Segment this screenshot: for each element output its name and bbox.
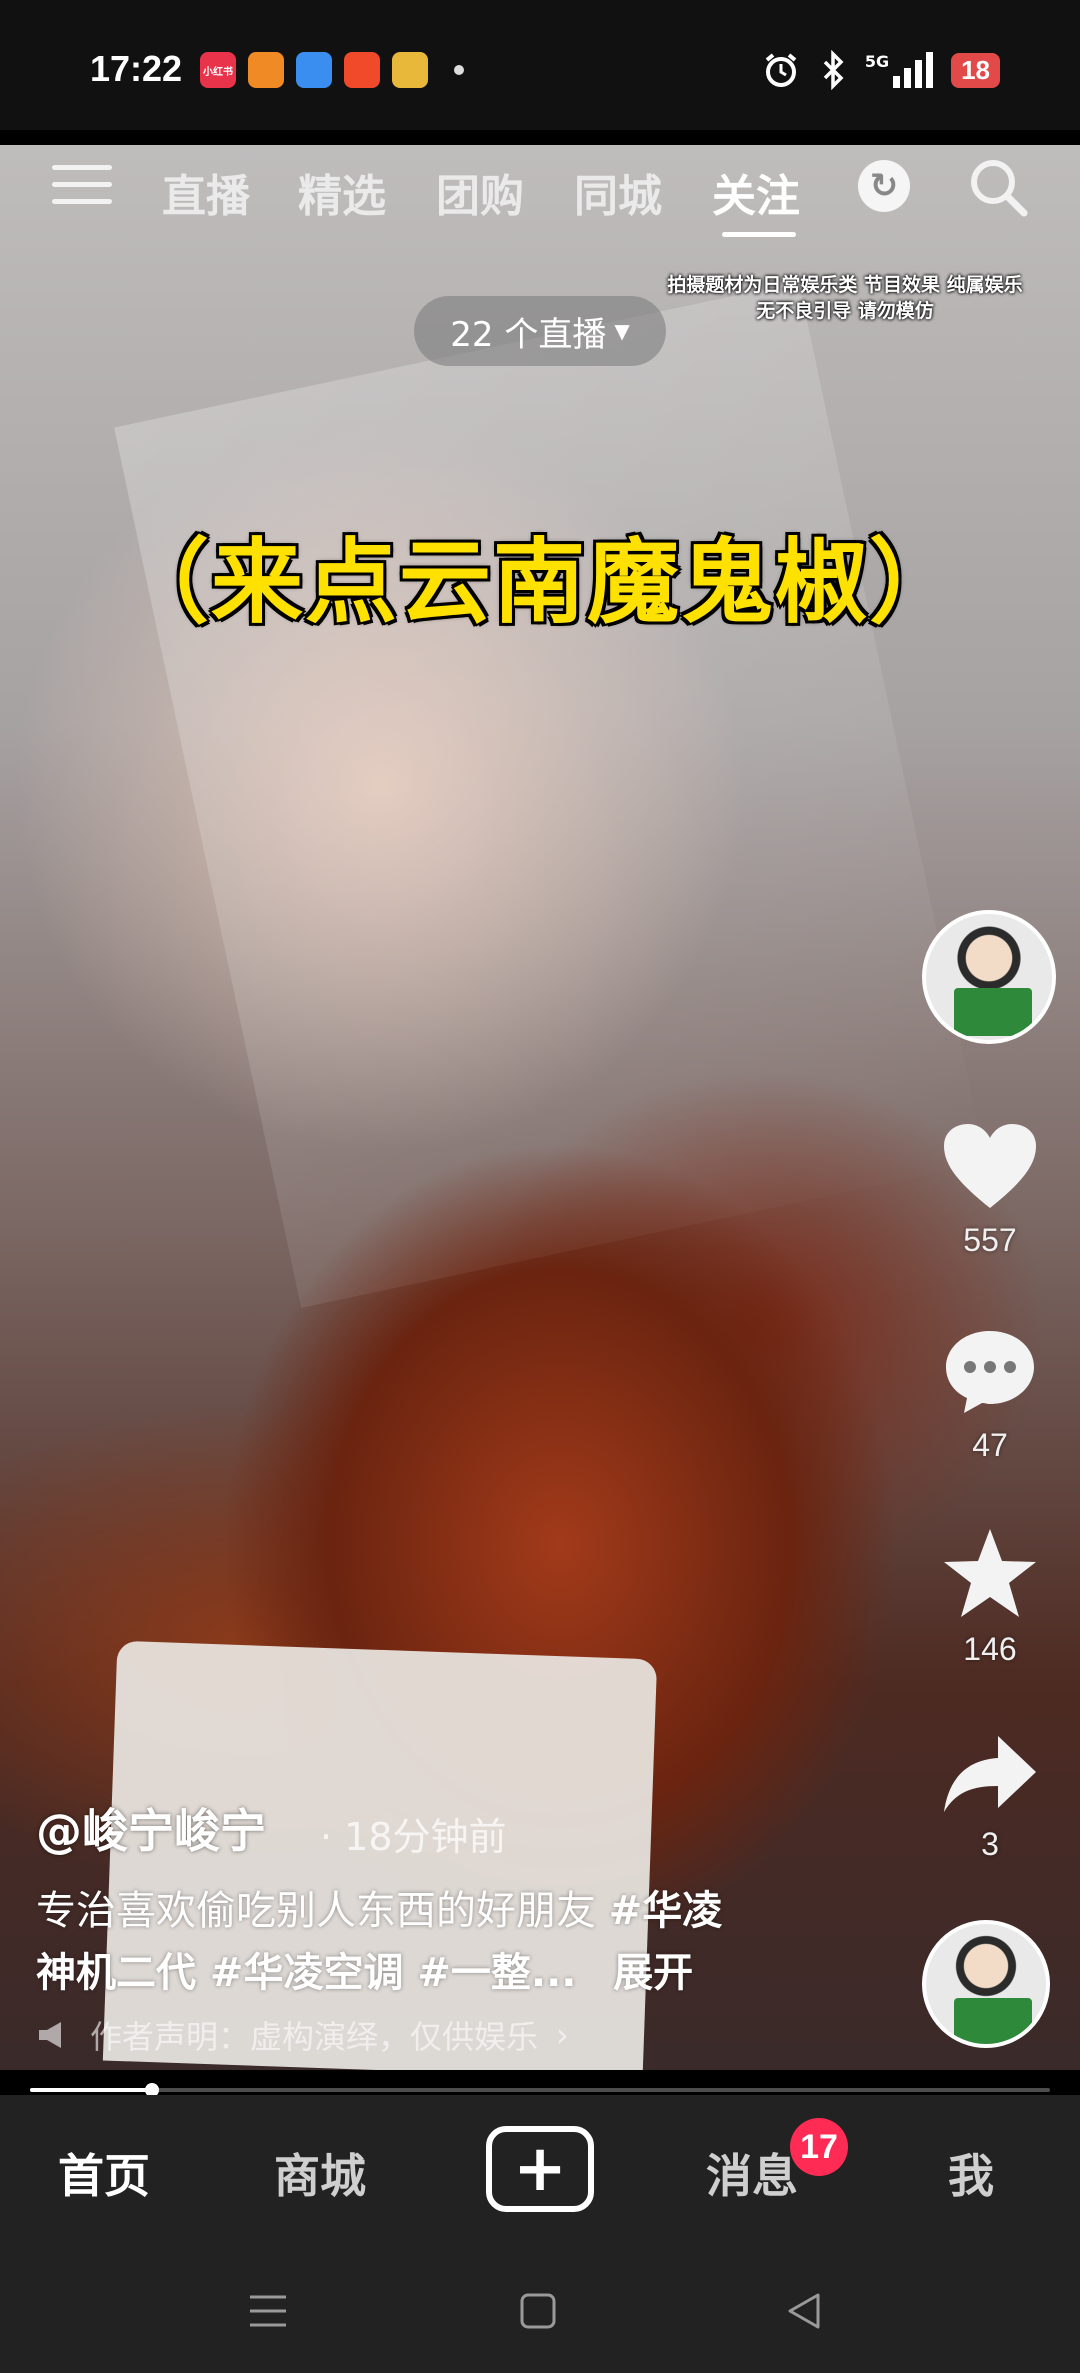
nav-home[interactable]: 首页 <box>58 2140 150 2206</box>
messages-badge: 17 <box>790 2118 848 2176</box>
live-count-pill[interactable]: 22 个直播 ▼ <box>414 296 666 366</box>
network-indicator: 5G <box>864 52 934 88</box>
create-post-button[interactable]: + <box>486 2126 594 2212</box>
tab-live[interactable]: 直播 <box>162 160 250 224</box>
tab-local[interactable]: 同城 <box>574 160 662 224</box>
music-disc-avatar[interactable] <box>922 1920 1050 2048</box>
video-progress-bar[interactable] <box>30 2083 1050 2097</box>
chevron-right-icon: › <box>556 2016 569 2054</box>
menu-icon[interactable] <box>52 165 112 209</box>
star-icon <box>944 1529 1036 1617</box>
declaration-text: 作者声明：虚构演绎，仅供娱乐 <box>90 2018 539 2056</box>
author-avatar[interactable] <box>922 910 1056 1044</box>
recent-apps-icon[interactable] <box>248 2293 288 2329</box>
disclaimer-line-2: 无不良引导 请勿模仿 <box>756 300 934 322</box>
signal-bar-3 <box>915 60 923 88</box>
bluetooth-icon <box>823 50 844 90</box>
blue-app-icon <box>296 52 332 88</box>
active-tab-indicator <box>722 232 796 237</box>
post-caption[interactable]: 专治喜欢偷吃别人东西的好朋友 #华凌 神机二代 #华凌空调 #一整... 展开 <box>36 1880 836 2004</box>
orange-app-icon <box>248 52 284 88</box>
progress-fill <box>30 2088 153 2092</box>
megaphone-icon <box>39 2022 61 2048</box>
status-app-icons: 小红书 <box>200 52 464 88</box>
share-count: 3 <box>981 1826 999 1862</box>
signal-bar-2 <box>904 68 912 88</box>
alarm-icon <box>765 53 797 87</box>
live-count-label: 22 个直播 <box>450 314 607 355</box>
share-button[interactable]: 3 <box>910 1730 1070 1863</box>
like-button[interactable]: 557 <box>910 1120 1070 1259</box>
comment-button[interactable]: 47 <box>910 1325 1070 1464</box>
system-nav-bar <box>0 2245 1080 2373</box>
tab-featured[interactable]: 精选 <box>298 160 386 224</box>
avatar-book <box>954 1998 1032 2044</box>
favorite-button[interactable]: 146 <box>910 1525 1070 1668</box>
signal-bar-4 <box>926 52 934 88</box>
xiaohongshu-app-icon: 小红书 <box>200 52 236 88</box>
nav-messages[interactable]: 消息 <box>706 2140 798 2206</box>
hashtag[interactable]: #华凌 <box>609 1888 723 1934</box>
comment-count: 47 <box>972 1427 1008 1463</box>
author-name[interactable]: @峻宁峻宁 <box>36 1795 266 1861</box>
home-icon[interactable] <box>518 2291 558 2331</box>
status-time: 17:22 <box>90 48 183 89</box>
search-icon[interactable] <box>966 155 1030 219</box>
caption-text: 专治喜欢偷吃别人东西的好朋友 <box>36 1888 609 1934</box>
video-headline: （来点云南魔鬼椒） <box>115 527 963 638</box>
tab-group-buy[interactable]: 团购 <box>436 160 524 224</box>
nav-mall[interactable]: 商城 <box>274 2140 366 2206</box>
caret-down-icon: ▼ <box>614 319 630 343</box>
favorite-count: 146 <box>963 1631 1017 1667</box>
yellow-app-icon <box>392 52 428 88</box>
more-notifications-dot <box>454 65 464 75</box>
disclaimer-line-1: 拍摄题材为日常娱乐类 节目效果 纯属娱乐 <box>667 274 1023 296</box>
status-bar: 17:22 小红书 5G 18 <box>0 0 1080 130</box>
battery-indicator: 18 <box>951 52 1000 88</box>
post-time: · 18分钟前 <box>320 1815 507 1859</box>
refresh-icon[interactable]: ↻ <box>858 160 910 212</box>
nav-me[interactable]: 我 <box>948 2140 994 2206</box>
hashtag-line[interactable]: 神机二代 #华凌空调 #一整... <box>36 1950 576 1996</box>
video-disclaimer: 拍摄题材为日常娱乐类 节目效果 纯属娱乐 无不良引导 请勿模仿 <box>650 272 1040 324</box>
expand-caption-button[interactable]: 展开 <box>613 1950 693 1996</box>
network-type-label: 5G <box>864 52 890 71</box>
back-icon[interactable] <box>784 2291 824 2331</box>
tab-following[interactable]: 关注 <box>712 160 800 224</box>
status-indicators: 5G 18 <box>761 50 1000 90</box>
heart-icon <box>944 1124 1036 1208</box>
like-count: 557 <box>963 1222 1017 1258</box>
share-icon <box>944 1736 1036 1812</box>
author-declaration[interactable]: 作者声明：虚构演绎，仅供娱乐 › <box>36 2012 569 2058</box>
comment-icon <box>946 1331 1034 1413</box>
video-frame-highlight <box>114 282 986 1308</box>
video-app-icon <box>344 52 380 88</box>
signal-bar-1 <box>893 76 901 88</box>
